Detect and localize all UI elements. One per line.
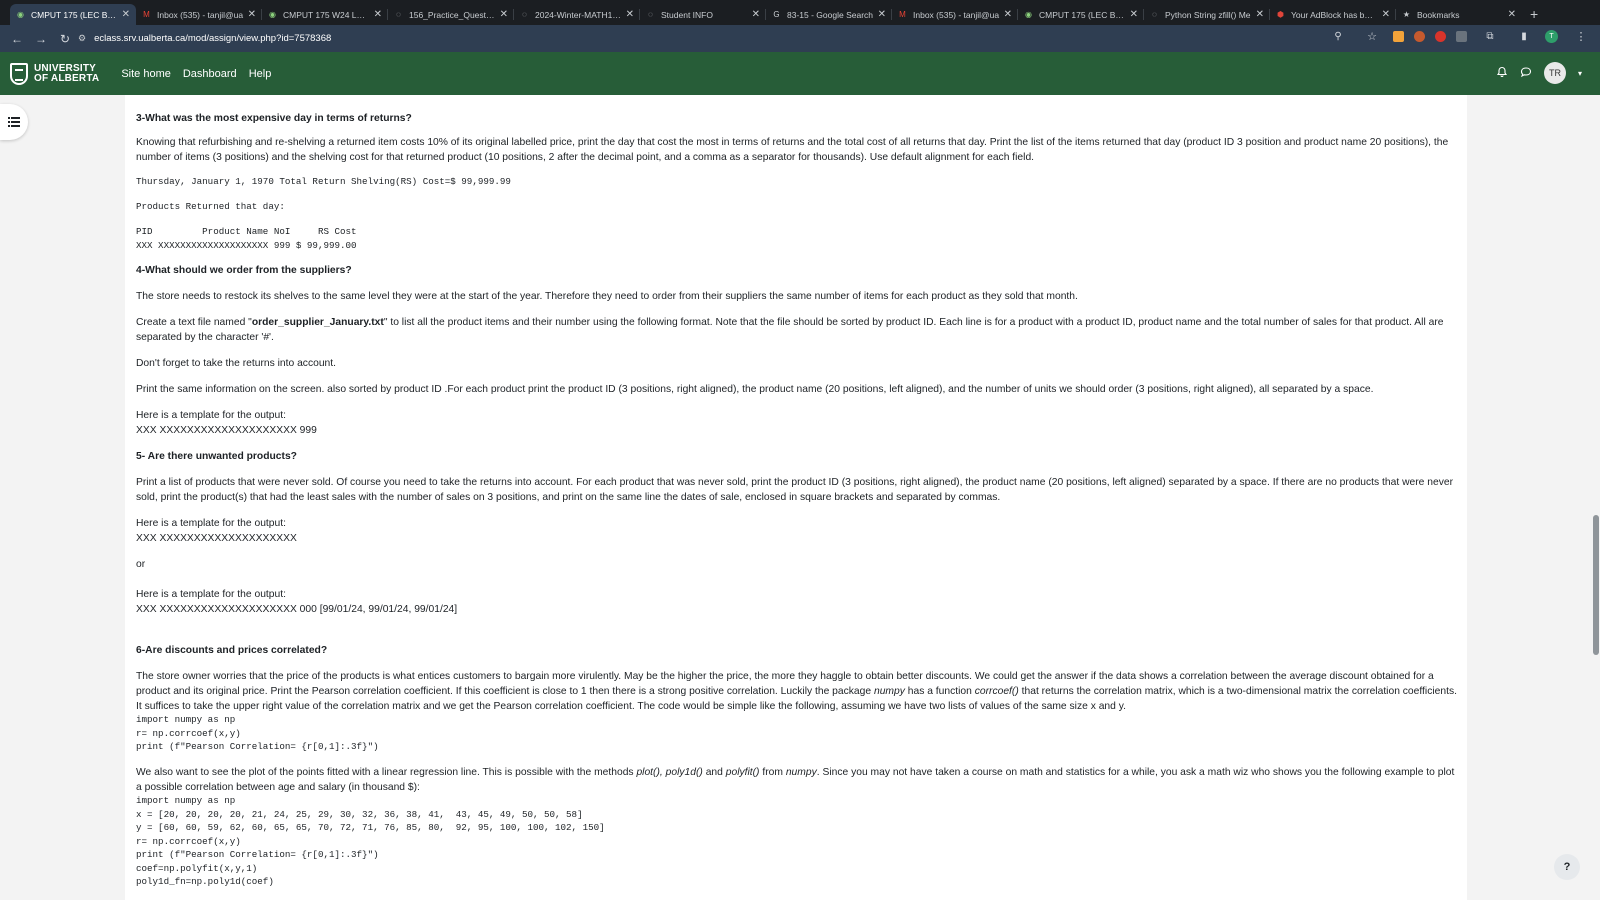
q6-heading: 6-Are discounts and prices correlated?	[136, 645, 328, 656]
site-header: UNIVERSITY OF ALBERTA Site home Dashboar…	[0, 52, 1600, 95]
moodle-icon: ◉	[269, 10, 276, 19]
globe-icon: ◌	[1152, 10, 1157, 19]
q4-paragraph: Print the same information on the screen…	[136, 384, 1374, 395]
close-tab-icon[interactable]: ✕	[500, 9, 508, 20]
browser-tab[interactable]: ◉ CMPUT 175 (LEC B1 B2 ✕	[10, 4, 136, 25]
google-icon: G	[773, 10, 780, 19]
close-tab-icon[interactable]: ✕	[1130, 9, 1138, 20]
user-avatar[interactable]: TR	[1543, 62, 1566, 84]
close-tab-icon[interactable]: ✕	[752, 9, 760, 20]
reload-icon[interactable]: ↻	[54, 32, 76, 46]
close-tab-icon[interactable]: ✕	[1508, 9, 1516, 20]
toolbar-right: ⚲ ☆ ⧉ ▮ T ⋮	[1325, 30, 1592, 43]
nav-dashboard[interactable]: Dashboard	[183, 68, 237, 80]
browser-tab[interactable]: ◉ CMPUT 175 (LEC B1 B2 ✕	[1018, 4, 1144, 25]
university-logo[interactable]: UNIVERSITY OF ALBERTA	[10, 62, 99, 85]
close-tab-icon[interactable]: ✕	[1382, 9, 1390, 20]
q6-paragraph: We also want to see the plot of the poin…	[136, 767, 1455, 793]
course-index-toggle[interactable]	[0, 104, 28, 140]
q3-code-line: Thursday, January 1, 1970 Total Return S…	[136, 176, 511, 187]
q6-code-block: import numpy as np r= np.corrcoef(x,y) p…	[136, 714, 379, 752]
q5-template: XXX XXXXXXXXXXXXXXXXXXXX	[136, 533, 297, 544]
site-info-icon[interactable]: ⚙	[78, 33, 86, 44]
globe-icon: ◌	[396, 10, 401, 19]
browser-tab[interactable]: ⬢ Your AdBlock has been ✕	[1270, 4, 1396, 25]
close-tab-icon[interactable]: ✕	[1004, 9, 1012, 20]
help-button[interactable]: ?	[1554, 854, 1580, 880]
q3-code-line: Products Returned that day:	[136, 201, 285, 212]
filename: order_supplier_January.txt	[251, 317, 384, 328]
sidepanel-icon[interactable]: ▮	[1513, 31, 1535, 42]
q4-paragraph: Create a text file named "order_supplier…	[136, 317, 1444, 343]
q4-heading: 4-What should we order from the supplier…	[136, 265, 352, 276]
browser-tab[interactable]: ◌ 2024-Winter-MATH156 ✕	[514, 4, 640, 25]
forward-icon[interactable]: →	[30, 32, 52, 46]
q5-template-label: Here is a template for the output:	[136, 518, 286, 529]
back-icon[interactable]: ←	[6, 32, 28, 46]
puzzle-icon[interactable]: ⧉	[1479, 31, 1501, 42]
q5-template: XXX XXXXXXXXXXXXXXXXXXXX 000 [99/01/24, …	[136, 604, 458, 615]
q5-heading: 5- Are there unwanted products?	[136, 451, 297, 462]
url-field[interactable]: ⚙ eclass.srv.ualberta.ca/mod/assign/view…	[78, 28, 1388, 49]
nav-site-home[interactable]: Site home	[121, 68, 171, 80]
q5-or: or	[136, 559, 146, 570]
globe-icon: ◌	[648, 10, 653, 19]
q5-paragraph: Print a list of products that were never…	[136, 477, 1454, 503]
q3-heading: 3-What was the most expensive day in ter…	[136, 113, 412, 124]
moodle-icon: ◉	[17, 10, 24, 19]
moodle-icon: ◉	[1025, 10, 1032, 19]
q4-paragraph: Don't forget to take the returns into ac…	[136, 358, 337, 369]
browser-tab[interactable]: ◉ CMPUT 175 W24 Lab I ✕	[262, 4, 388, 25]
close-tab-icon[interactable]: ✕	[122, 9, 130, 20]
menu-kebab-icon[interactable]: ⋮	[1570, 30, 1592, 43]
browser-tab[interactable]: ◌ Python String zfill() Me ✕	[1144, 4, 1270, 25]
page-scrollbar[interactable]	[1592, 95, 1600, 900]
list-icon	[8, 117, 20, 127]
gmail-icon: M	[899, 10, 906, 19]
url-text: eclass.srv.ualberta.ca/mod/assign/view.p…	[94, 33, 332, 44]
extension-icon[interactable]	[1393, 31, 1404, 42]
close-tab-icon[interactable]: ✕	[248, 9, 256, 20]
extension-icon[interactable]	[1456, 31, 1467, 42]
star-icon: ★	[1402, 10, 1411, 19]
browser-tab[interactable]: ★ Bookmarks ✕	[1396, 4, 1522, 25]
close-tab-icon[interactable]: ✕	[1256, 9, 1264, 20]
browser-tab[interactable]: M Inbox (535) - tanjil@ua ✕	[136, 4, 262, 25]
scrollbar-thumb[interactable]	[1593, 515, 1599, 655]
q5-template-label: Here is a template for the output:	[136, 589, 286, 600]
new-tab-icon[interactable]: +	[1530, 6, 1538, 22]
adblock-extension-icon[interactable]	[1435, 31, 1446, 42]
browser-tab[interactable]: M Inbox (535) - tanjil@ua ✕	[892, 4, 1018, 25]
globe-icon: ◌	[522, 10, 527, 19]
q6-code-block: import numpy as np x = [20, 20, 20, 20, …	[136, 795, 605, 887]
q3-code-block: PID Product Name NoI RS Cost XXX XXXXXXX…	[136, 226, 357, 251]
q4-template: XXX XXXXXXXXXXXXXXXXXXXX 999	[136, 425, 317, 436]
close-tab-icon[interactable]: ✕	[878, 9, 886, 20]
address-bar: ← → ↻ ⚙ eclass.srv.ualberta.ca/mod/assig…	[0, 25, 1600, 52]
close-tab-icon[interactable]: ✕	[626, 9, 634, 20]
browser-profile-avatar[interactable]: T	[1545, 30, 1558, 43]
messages-icon[interactable]	[1520, 66, 1532, 81]
header-actions: TR ▾	[1496, 62, 1582, 84]
nav-help[interactable]: Help	[249, 68, 272, 80]
q6-paragraph: The store owner worries that the price o…	[136, 671, 1457, 712]
q4-paragraph: The store needs to restock its shelves t…	[136, 291, 1078, 302]
extension-icon[interactable]	[1414, 31, 1425, 42]
q4-template-label: Here is a template for the output:	[136, 410, 286, 421]
adblock-icon: ⬢	[1277, 10, 1284, 19]
close-tab-icon[interactable]: ✕	[374, 9, 382, 20]
browser-tab-strip: ◉ CMPUT 175 (LEC B1 B2 ✕ M Inbox (535) -…	[0, 0, 1600, 25]
browser-tab[interactable]: ◌ Student INFO ✕	[640, 4, 766, 25]
bell-icon[interactable]	[1496, 66, 1508, 81]
gmail-icon: M	[143, 10, 150, 19]
crest-icon	[10, 62, 28, 85]
browser-tab[interactable]: ◌ 156_Practice_Question ✕	[388, 4, 514, 25]
zoom-icon[interactable]: ⚲	[1327, 31, 1349, 42]
primary-nav: Site home Dashboard Help	[121, 68, 271, 80]
bookmark-star-icon[interactable]: ☆	[1361, 30, 1383, 43]
assignment-description: 3-What was the most expensive day in ter…	[125, 95, 1467, 900]
browser-tab[interactable]: G 83-15 - Google Search ✕	[766, 4, 892, 25]
q3-paragraph: Knowing that refurbishing and re-shelvin…	[136, 137, 1449, 163]
chevron-down-icon[interactable]: ▾	[1578, 69, 1582, 78]
